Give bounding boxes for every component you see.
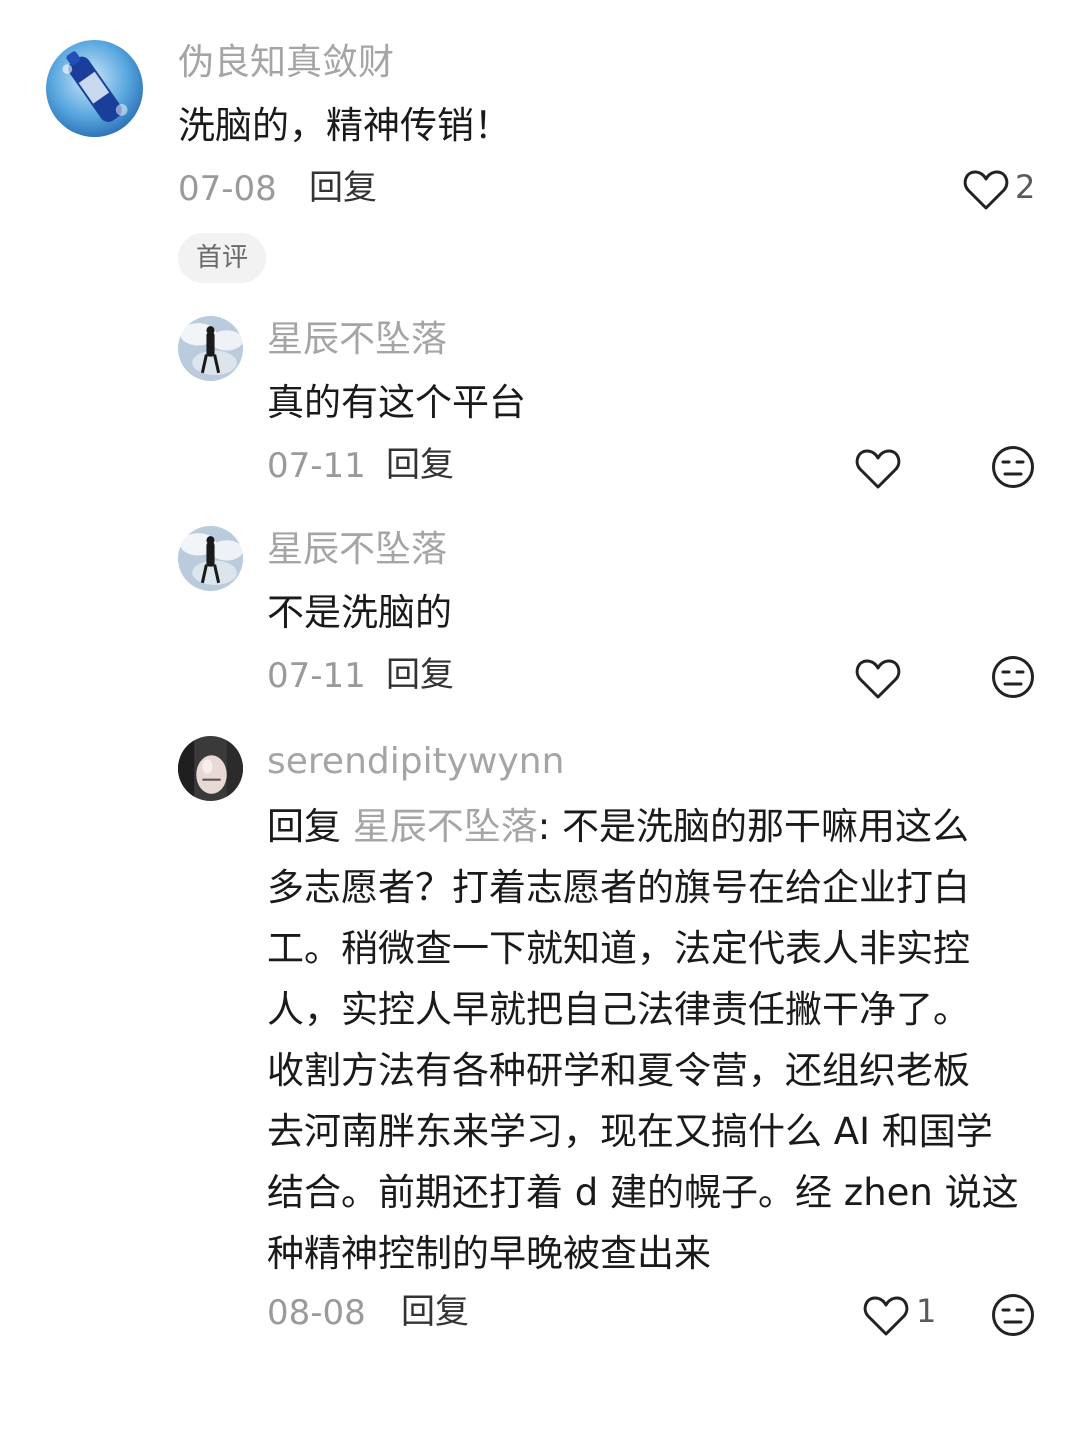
reply-target-username[interactable]: 星辰不坠落: [353, 805, 538, 848]
reply3-line-4: 人，实控人早就把自己法律责任撇干净了。: [267, 988, 970, 1031]
neutral-face-icon[interactable]: [991, 1293, 1035, 1337]
avatar-main-commenter[interactable]: [46, 40, 143, 137]
neutral-face-icon[interactable]: [991, 655, 1035, 699]
reply1-reply-button[interactable]: 回复: [386, 448, 454, 482]
reply3-line-1: 回复 星辰不坠落: 不是洗脑的那干嘛用这么: [267, 796, 1042, 857]
reply3-line-6: 去河南胖东来学习，现在又搞什么 AI 和国学: [267, 1110, 993, 1153]
avatar-reply1[interactable]: [178, 316, 243, 381]
reply3-line-1-text: : 不是洗脑的那干嘛用这么: [537, 805, 969, 848]
first-comment-badge: 首评: [178, 233, 267, 283]
reply1-text: 真的有这个平台: [267, 381, 526, 424]
neutral-face-icon[interactable]: [991, 445, 1035, 489]
main-comment-text: 洗脑的，精神传销！: [178, 104, 511, 147]
heart-outline-icon[interactable]: [855, 658, 901, 700]
reply2-date: 07-11: [267, 656, 366, 696]
avatar-reply2[interactable]: [178, 526, 243, 591]
avatar-reply3[interactable]: [178, 736, 243, 801]
reply3-date: 08-08: [267, 1293, 366, 1333]
reply2-text: 不是洗脑的: [267, 591, 452, 634]
reply2-username[interactable]: 星辰不坠落: [267, 532, 447, 568]
reply3-line-5: 收割方法有各种研学和夏令营，还组织老板: [267, 1049, 970, 1092]
main-comment-like-count: 2: [1015, 168, 1036, 206]
reply3-like-count: 1: [916, 1292, 937, 1330]
reply3-line-3: 工。稍微查一下就知道，法定代表人非实控: [267, 927, 970, 970]
reply3-line-7: 结合。前期还打着 d 建的幌子。经 zhen 说这: [267, 1171, 1019, 1214]
heart-outline-icon[interactable]: [855, 448, 901, 490]
reply3-username[interactable]: serendipitywynn: [267, 744, 564, 780]
reply1-date: 07-11: [267, 446, 366, 486]
reply3-line-8: 种精神控制的早晚被查出来: [267, 1232, 711, 1275]
main-comment-username[interactable]: 伪良知真敛财: [178, 45, 394, 81]
reply3-text: 回复 星辰不坠落: 不是洗脑的那干嘛用这么 多志愿者？打着志愿者的旗号在给企业打…: [267, 796, 1042, 1284]
reply1-username[interactable]: 星辰不坠落: [267, 322, 447, 358]
reply3-line-2: 多志愿者？打着志愿者的旗号在给企业打白: [267, 866, 970, 909]
reply3-reply-button[interactable]: 回复: [401, 1295, 469, 1329]
reply-prefix: 回复: [267, 805, 353, 848]
main-comment-reply-button[interactable]: 回复: [309, 171, 377, 205]
reply2-reply-button[interactable]: 回复: [386, 658, 454, 692]
heart-outline-icon[interactable]: [963, 169, 1009, 211]
main-comment-date: 07-08: [178, 169, 277, 209]
heart-outline-icon[interactable]: [863, 1295, 909, 1337]
